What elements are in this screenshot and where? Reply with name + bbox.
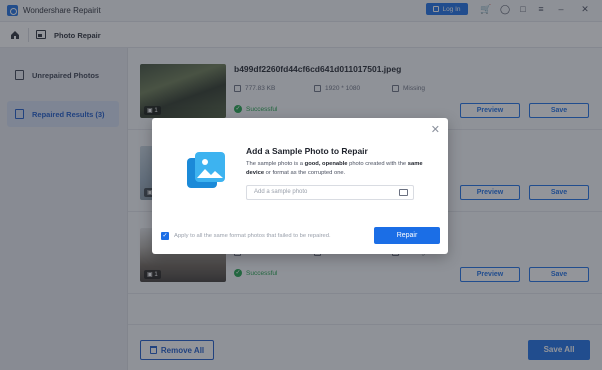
apply-all-checkbox[interactable]: ✓ [161,232,169,240]
dialog-title: Add a Sample Photo to Repair [246,146,368,156]
sample-photo-dialog: ✕ Add a Sample Photo to Repair The sampl… [152,118,448,254]
sample-photo-icon [187,152,225,188]
apply-all-option[interactable]: ✓ Apply to all the same format photos th… [161,232,331,240]
apply-all-label: Apply to all the same format photos that… [174,233,331,239]
repair-button[interactable]: Repair [374,227,440,244]
folder-icon[interactable] [399,189,408,196]
dialog-description: The sample photo is a good, openable pho… [246,161,423,176]
close-icon[interactable]: ✕ [431,123,440,136]
sample-photo-input[interactable]: Add a sample photo [246,185,414,200]
sample-photo-placeholder: Add a sample photo [254,189,308,195]
